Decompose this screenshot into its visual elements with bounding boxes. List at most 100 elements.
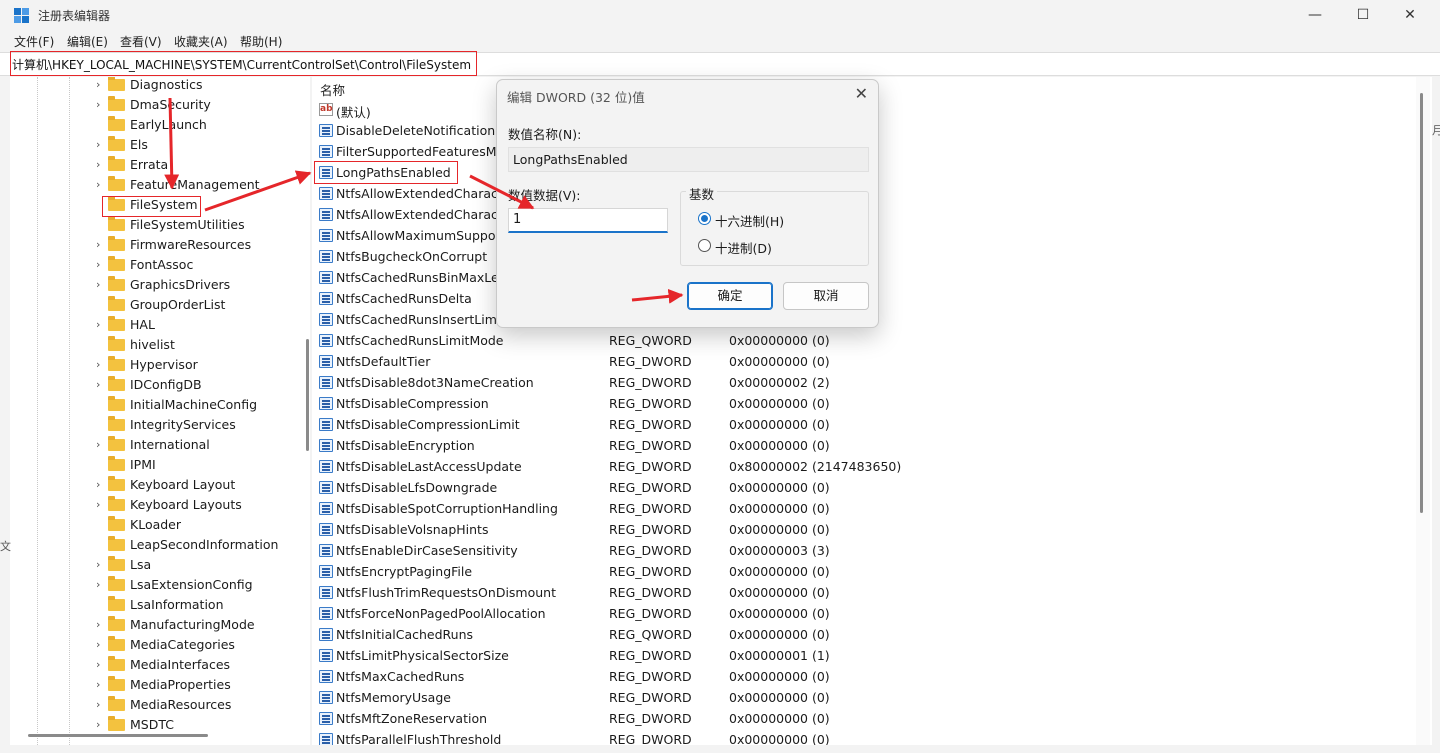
close-button[interactable]: ✕ — [1387, 0, 1433, 30]
decimal-radio-label[interactable]: 十进制(D) — [715, 238, 772, 257]
chevron-right-icon[interactable]: › — [96, 318, 100, 331]
value-type: REG_DWORD — [609, 732, 692, 745]
value-row[interactable]: NtfsMemoryUsage REG_DWORD 0x00000000 (0) — [312, 687, 1412, 708]
minimize-button[interactable]: — — [1292, 0, 1338, 30]
ok-button[interactable]: 确定 — [687, 282, 773, 310]
tree-item[interactable]: › Lsa — [10, 555, 300, 575]
tree-item[interactable]: FileSystemUtilities — [10, 215, 300, 235]
value-row[interactable]: NtfsMftZoneReservation REG_DWORD 0x0000000… — [312, 708, 1412, 729]
value-row[interactable]: NtfsForceNonPagedPoolAllocation REG_DWORD… — [312, 603, 1412, 624]
chevron-right-icon[interactable]: › — [96, 378, 100, 391]
tree-item[interactable]: InitialMachineConfig — [10, 395, 300, 415]
list-scrollbar-thumb[interactable] — [1420, 93, 1423, 513]
chevron-right-icon[interactable]: › — [96, 638, 100, 651]
tree-item[interactable]: IntegrityServices — [10, 415, 300, 435]
value-row[interactable]: NtfsEnableDirCaseSensitivity REG_DWORD 0x0… — [312, 540, 1412, 561]
tree-item[interactable]: › DmaSecurity — [10, 95, 300, 115]
tree-item[interactable]: › FirmwareResources — [10, 235, 300, 255]
value-row[interactable]: NtfsDisable8dot3NameCreation REG_DWORD 0x0… — [312, 372, 1412, 393]
chevron-right-icon[interactable]: › — [96, 478, 100, 491]
tree-item[interactable]: LeapSecondInformation — [10, 535, 300, 555]
value-row[interactable]: NtfsDisableSpotCorruptionHandling REG_DWO… — [312, 498, 1412, 519]
value-row[interactable]: NtfsLimitPhysicalSectorSize REG_DWORD 0x00… — [312, 645, 1412, 666]
maximize-button[interactable]: ☐ — [1340, 0, 1386, 30]
value-row[interactable]: NtfsDisableVolsnapHints REG_DWORD 0x000000… — [312, 519, 1412, 540]
tree-item[interactable]: › GraphicsDrivers — [10, 275, 300, 295]
chevron-right-icon[interactable]: › — [96, 678, 100, 691]
chevron-right-icon[interactable]: › — [96, 158, 100, 171]
menu-favorites[interactable]: 收藏夹(A) — [174, 33, 228, 50]
cancel-button[interactable]: 取消 — [783, 282, 869, 310]
chevron-right-icon[interactable]: › — [96, 698, 100, 711]
hex-radio-label[interactable]: 十六进制(H) — [715, 211, 784, 230]
value-name: NtfsDisable8dot3NameCreation — [336, 375, 534, 390]
value-row[interactable]: NtfsParallelFlushThreshold REG_DWORD 0x000… — [312, 729, 1412, 745]
chevron-right-icon[interactable]: › — [96, 78, 100, 91]
value-row[interactable]: NtfsFlushTrimRequestsOnDismount REG_DWORD… — [312, 582, 1412, 603]
tree-item[interactable]: › MediaResources — [10, 695, 300, 715]
tree-item-label: hivelist — [130, 337, 175, 352]
hex-radio[interactable] — [698, 212, 711, 225]
chevron-right-icon[interactable]: › — [96, 558, 100, 571]
column-header-name[interactable]: 名称 — [320, 80, 345, 99]
tree-item[interactable]: LsaInformation — [10, 595, 300, 615]
tree-item[interactable]: GroupOrderList — [10, 295, 300, 315]
chevron-right-icon[interactable]: › — [96, 358, 100, 371]
tree-item[interactable]: › Diagnostics — [10, 77, 300, 95]
value-row[interactable]: NtfsDisableCompression REG_DWORD 0x0000000… — [312, 393, 1412, 414]
chevron-right-icon[interactable]: › — [96, 258, 100, 271]
chevron-right-icon[interactable]: › — [96, 718, 100, 731]
value-row[interactable]: NtfsDisableLfsDowngrade REG_DWORD 0x000000… — [312, 477, 1412, 498]
chevron-right-icon[interactable]: › — [96, 618, 100, 631]
value-row[interactable]: NtfsCachedRunsLimitMode REG_QWORD 0x000000… — [312, 330, 1412, 351]
value-row[interactable]: NtfsEncryptPagingFile REG_DWORD 0x00000000… — [312, 561, 1412, 582]
tree-item[interactable]: › IDConfigDB — [10, 375, 300, 395]
tree-item[interactable]: › Errata — [10, 155, 300, 175]
value-row[interactable]: NtfsMaxCachedRuns REG_DWORD 0x00000000 (0) — [312, 666, 1412, 687]
tree-item[interactable]: › International — [10, 435, 300, 455]
decimal-radio[interactable] — [698, 239, 711, 252]
chevron-right-icon[interactable]: › — [96, 98, 100, 111]
chevron-right-icon[interactable]: › — [96, 278, 100, 291]
tree-item[interactable]: hivelist — [10, 335, 300, 355]
menu-view[interactable]: 查看(V) — [120, 33, 162, 50]
tree-item[interactable]: › Hypervisor — [10, 355, 300, 375]
tree-item[interactable]: IPMI — [10, 455, 300, 475]
tree-item[interactable]: › Keyboard Layouts — [10, 495, 300, 515]
tree-item[interactable]: EarlyLaunch — [10, 115, 300, 135]
tree-item[interactable]: › MediaProperties — [10, 675, 300, 695]
chevron-right-icon[interactable]: › — [96, 578, 100, 591]
chevron-right-icon[interactable]: › — [96, 238, 100, 251]
tree-horizontal-scrollbar[interactable] — [28, 734, 208, 737]
tree-item[interactable]: › FeatureManagement — [10, 175, 300, 195]
tree-item[interactable]: › Els — [10, 135, 300, 155]
chevron-right-icon[interactable]: › — [96, 178, 100, 191]
tree-item[interactable]: › MSDTC — [10, 715, 300, 735]
tree-item[interactable]: KLoader — [10, 515, 300, 535]
chevron-right-icon[interactable]: › — [96, 498, 100, 511]
tree-item[interactable]: › LsaExtensionConfig — [10, 575, 300, 595]
value-data-input[interactable]: 1 — [508, 208, 668, 233]
menu-file[interactable]: 文件(F) — [14, 33, 54, 50]
list-scrollbar-track[interactable] — [1416, 77, 1430, 745]
menu-help[interactable]: 帮助(H) — [240, 33, 282, 50]
folder-icon — [108, 516, 125, 531]
tree-item[interactable]: › MediaInterfaces — [10, 655, 300, 675]
tree-item[interactable]: › HAL — [10, 315, 300, 335]
value-row[interactable]: NtfsDisableEncryption REG_DWORD 0x00000000… — [312, 435, 1412, 456]
chevron-right-icon[interactable]: › — [96, 438, 100, 451]
tree-item[interactable]: › Keyboard Layout — [10, 475, 300, 495]
value-row[interactable]: NtfsDefaultTier REG_DWORD 0x00000000 (0) — [312, 351, 1412, 372]
menu-edit[interactable]: 编辑(E) — [67, 33, 108, 50]
tree-item[interactable]: › ManufacturingMode — [10, 615, 300, 635]
tree-item[interactable]: › MediaCategories — [10, 635, 300, 655]
value-row[interactable]: NtfsInitialCachedRuns REG_QWORD 0x00000000… — [312, 624, 1412, 645]
dialog-close-icon[interactable]: ✕ — [855, 84, 868, 103]
tree-item[interactable]: › FontAssoc — [10, 255, 300, 275]
key-tree-pane[interactable]: › Diagnostics › DmaSecurity EarlyLaunch › Els ›… — [10, 77, 310, 745]
value-row[interactable]: NtfsDisableLastAccessUpdate REG_DWORD 0x80… — [312, 456, 1412, 477]
value-row[interactable]: NtfsDisableCompressionLimit REG_DWORD 0x00… — [312, 414, 1412, 435]
chevron-right-icon[interactable]: › — [96, 138, 100, 151]
chevron-right-icon[interactable]: › — [96, 658, 100, 671]
tree-scrollbar[interactable] — [306, 339, 309, 451]
